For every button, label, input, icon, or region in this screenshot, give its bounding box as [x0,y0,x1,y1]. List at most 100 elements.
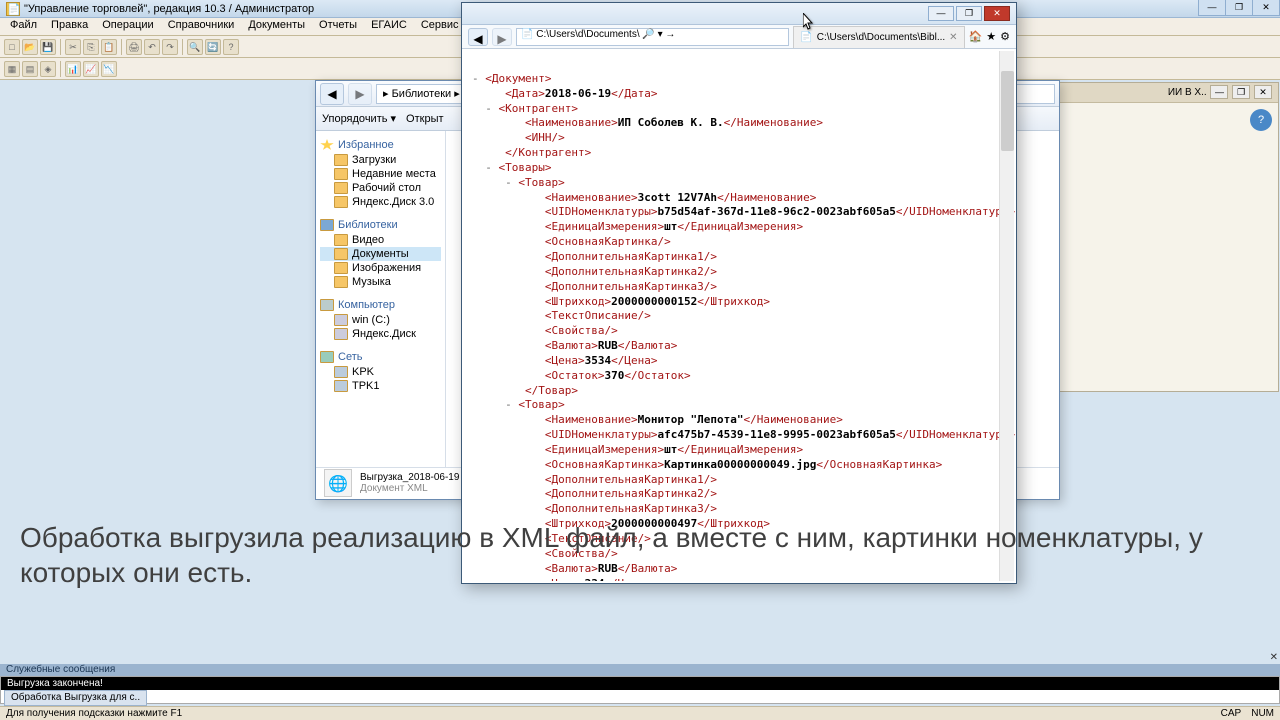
tb-redo-icon[interactable]: ↷ [162,39,178,55]
selected-file-name: Выгрузка_2018-06-19 [360,472,459,483]
status-cap: CAP [1221,708,1242,719]
tree-item-c-drive[interactable]: win (C:) [320,313,441,327]
task-tab[interactable]: Обработка Выгрузка для с.. [4,690,147,706]
file-icon: 📄 [800,32,812,43]
file-icon: 📄 [521,29,533,40]
tb-undo-icon[interactable]: ↶ [144,39,160,55]
menu-operations[interactable]: Операции [96,18,159,35]
tb-refresh-icon[interactable]: 🔄 [205,39,221,55]
tree-item-downloads[interactable]: Загрузки [320,153,441,167]
selected-file-type: Документ XML [360,483,459,494]
tree-item-documents[interactable]: Документы [320,247,441,261]
drive-icon [334,314,348,326]
folder-icon [334,248,348,260]
tb2-icon[interactable]: 📈 [83,61,99,77]
folder-icon [334,234,348,246]
tb-cut-icon[interactable]: ✂ [65,39,81,55]
computer-icon [320,299,334,311]
ie-gear-icon[interactable]: ⚙ [1000,30,1010,43]
tb-save-icon[interactable]: 💾 [40,39,56,55]
help-icon[interactable]: ? [1250,109,1272,131]
drive-icon [334,328,348,340]
ie-address-bar[interactable]: 📄 C:\Users\d\Documents\ 🔎 ▾ → [516,28,789,46]
doc-close-icon[interactable]: ✕ [1254,85,1272,99]
menu-edit[interactable]: Правка [45,18,94,35]
tree-item-images[interactable]: Изображения [320,261,441,275]
svc-close-icon[interactable]: ✕ [1270,652,1278,663]
menu-service[interactable]: Сервис [415,18,465,35]
ie-window: — ❐ ✕ ◀ ▶ 📄 C:\Users\d\Documents\ 🔎 ▾ → … [461,2,1017,584]
tb-paste-icon[interactable]: 📋 [101,39,117,55]
menu-reports[interactable]: Отчеты [313,18,363,35]
folder-icon [334,196,348,208]
app-icon: 📄 [6,2,20,16]
status-num: NUM [1251,708,1274,719]
ie-titlebar[interactable]: — ❐ ✕ [462,3,1016,25]
xml-content: - <Документ> <Дата>2018-06-19</Дата> - <… [462,49,1016,581]
status-hint: Для получения подсказки нажмите F1 [6,708,182,719]
tb2-icon[interactable]: ▦ [4,61,20,77]
library-icon [320,219,334,231]
ie-home-icon[interactable]: 🏠 [969,30,983,43]
tab-close-icon[interactable]: ✕ [949,32,957,43]
ie-minimize-button[interactable]: — [928,6,954,21]
caption-text: Обработка выгрузила реализацию в XML фай… [20,520,1260,590]
menu-docs[interactable]: Документы [242,18,311,35]
doc-maximize-icon[interactable]: ❐ [1232,85,1250,99]
tree-computer[interactable]: Компьютер [320,297,441,313]
tree-libraries[interactable]: Библиотеки [320,217,441,233]
folder-icon [334,182,348,194]
tree-favorites[interactable]: Избранное [320,137,441,153]
folder-icon [334,276,348,288]
tb-open-icon[interactable]: 📂 [22,39,38,55]
tree-item-yadisk[interactable]: Яндекс.Диск 3.0 [320,195,441,209]
ie-fav-icon[interactable]: ★ [986,30,996,43]
explorer-tree: Избранное Загрузки Недавние места Рабочи… [316,131,446,467]
open-button[interactable]: Открыт [406,113,443,125]
back-button[interactable]: ◀ [320,83,344,105]
ie-tab[interactable]: 📄C:\Users\d\Documents\Bibl...✕ [793,26,964,48]
menu-file[interactable]: Файл [4,18,43,35]
tree-item-music[interactable]: Музыка [320,275,441,289]
tb-copy-icon[interactable]: ⎘ [83,39,99,55]
doc-stub-title: ИИ В Х.. [1168,87,1207,98]
tree-item-video[interactable]: Видео [320,233,441,247]
menu-refs[interactable]: Справочники [162,18,241,35]
tree-item-kpk[interactable]: KPK [320,365,441,379]
tb-find-icon[interactable]: 🔍 [187,39,203,55]
tree-network[interactable]: Сеть [320,349,441,365]
menu-egais[interactable]: ЕГАИС [365,18,413,35]
star-icon [320,139,334,151]
tb2-icon[interactable]: ▤ [22,61,38,77]
tb2-icon[interactable]: ◈ [40,61,56,77]
network-icon [320,351,334,363]
ie-scrollbar[interactable] [999,51,1014,581]
maximize-button[interactable]: ❐ [1225,0,1253,16]
ie-forward-button[interactable]: ▶ [492,28,512,46]
tb2-icon[interactable]: 📊 [65,61,81,77]
tree-item-recent[interactable]: Недавние места [320,167,441,181]
folder-icon [334,154,348,166]
doc-minimize-icon[interactable]: — [1210,85,1228,99]
ie-maximize-button[interactable]: ❐ [956,6,982,21]
xml-file-icon: 🌐 [324,469,352,497]
pc-icon [334,380,348,392]
folder-icon [334,168,348,180]
ie-close-button[interactable]: ✕ [984,6,1010,21]
minimize-button[interactable]: — [1198,0,1226,16]
tb-print-icon[interactable]: 🖨 [126,39,142,55]
service-messages-panel: Выгрузка закончена! [0,676,1280,704]
organize-button[interactable]: Упорядочить ▾ [322,112,396,125]
folder-icon [334,262,348,274]
forward-button[interactable]: ▶ [348,83,372,105]
tb-new-icon[interactable]: □ [4,39,20,55]
scroll-thumb[interactable] [1001,71,1014,151]
app-title: "Управление торговлей", редакция 10.3 / … [24,3,314,15]
tb-help-icon[interactable]: ? [223,39,239,55]
tree-item-desktop[interactable]: Рабочий стол [320,181,441,195]
close-button[interactable]: ✕ [1252,0,1280,16]
tb2-icon[interactable]: 📉 [101,61,117,77]
tree-item-tpk1[interactable]: TPK1 [320,379,441,393]
tree-item-yadisk2[interactable]: Яндекс.Диск [320,327,441,341]
ie-back-button[interactable]: ◀ [468,28,488,46]
